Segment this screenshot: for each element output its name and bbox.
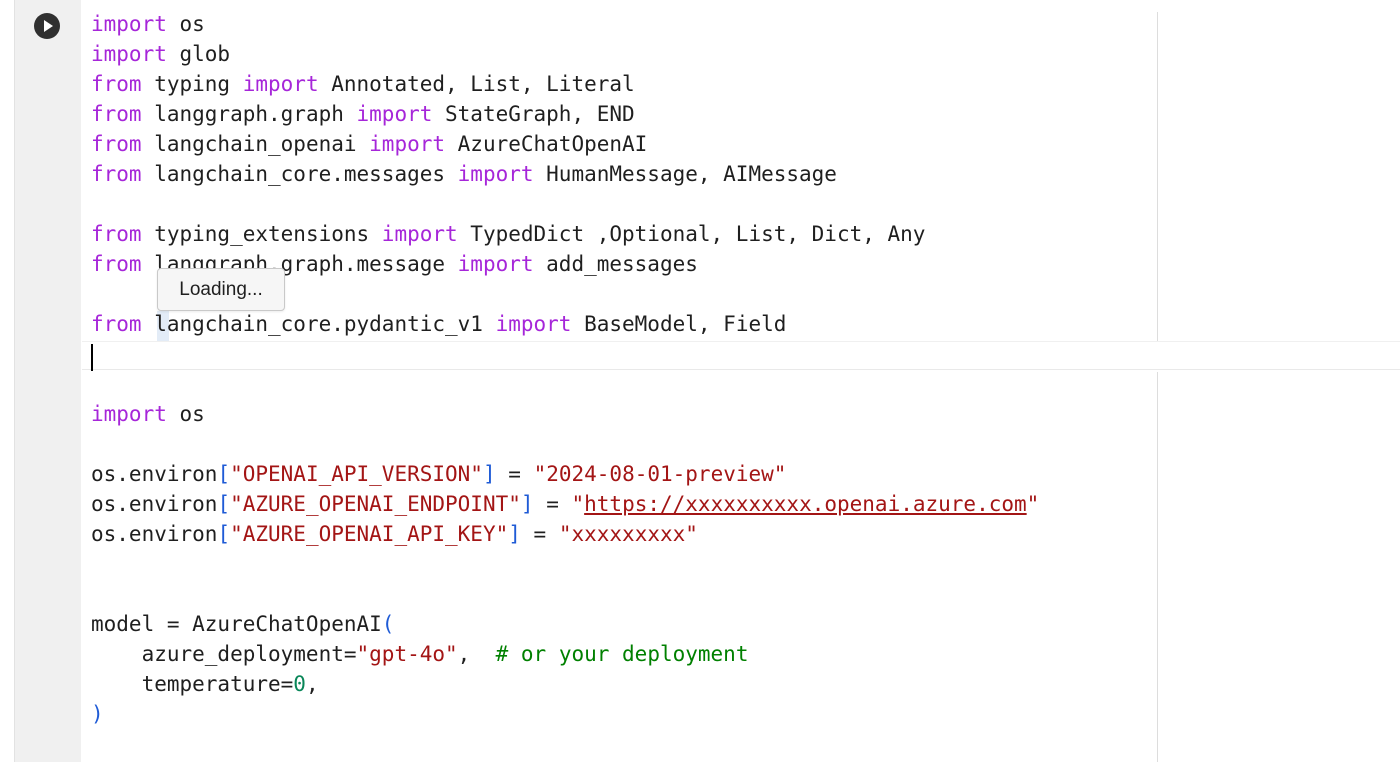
code-line[interactable]: from typing import Annotated, List, Lite… <box>91 69 635 99</box>
code-token: import <box>457 162 534 186</box>
code-token: AzureChatOpenAI <box>445 132 648 156</box>
code-token: from <box>91 252 142 276</box>
code-token: from <box>91 312 142 336</box>
code-token: from <box>91 72 142 96</box>
code-token: , <box>305 672 319 696</box>
code-token: langchain_core.messages <box>141 162 458 186</box>
code-token: " <box>571 492 585 516</box>
code-token: [ <box>217 522 231 546</box>
code-line[interactable]: azure_deployment="gpt-4o", # or your dep… <box>91 639 749 669</box>
code-token: from <box>91 222 142 246</box>
code-token: import <box>369 132 446 156</box>
code-token: # or your deployment <box>495 642 749 666</box>
code-token: "2024-08-01-preview" <box>533 462 787 486</box>
code-token: from <box>91 162 142 186</box>
line-length-ruler <box>1157 12 1158 762</box>
code-line[interactable]: ) <box>91 699 104 729</box>
code-token: os.environ <box>91 462 218 486</box>
code-token: import <box>91 42 167 66</box>
code-token: BaseModel, Field <box>571 312 787 336</box>
run-cell-button[interactable] <box>34 13 60 39</box>
code-line[interactable]: import os <box>91 9 205 39</box>
code-token: model = AzureChatOpenAI <box>91 612 382 636</box>
code-token: import <box>457 252 534 276</box>
code-token: ] <box>482 462 496 486</box>
code-token: ] <box>520 492 534 516</box>
code-token: "xxxxxxxxx" <box>558 522 698 546</box>
code-line[interactable]: os.environ["AZURE_OPENAI_API_KEY"] = "xx… <box>91 519 698 549</box>
code-token: from <box>91 132 142 156</box>
code-line[interactable]: from langchain_core.pydantic_v1 import B… <box>91 309 786 339</box>
code-line[interactable]: import glob <box>91 39 230 69</box>
code-line[interactable]: from langchain_openai import AzureChatOp… <box>91 129 647 159</box>
code-token: os <box>166 12 205 36</box>
text-cursor <box>91 344 93 371</box>
code-token: = <box>520 522 559 546</box>
code-token: import <box>91 12 167 36</box>
line-separator <box>82 369 1400 370</box>
code-token: os.environ <box>91 522 218 546</box>
code-token: "gpt-4o" <box>356 642 458 666</box>
play-icon <box>44 20 53 32</box>
code-token: "OPENAI_API_VERSION" <box>230 462 483 486</box>
code-token: [ <box>217 492 231 516</box>
code-token: , <box>457 642 496 666</box>
code-token: import <box>242 72 319 96</box>
code-token: ) <box>91 702 104 726</box>
code-token: import <box>495 312 572 336</box>
code-token: os.environ <box>91 492 218 516</box>
code-token: azure_deployment= <box>91 642 357 666</box>
code-token: temperature= <box>91 672 294 696</box>
code-token: typing_extensions <box>141 222 382 246</box>
code-token: add_messages <box>533 252 698 276</box>
code-token: langchain_openai <box>141 132 370 156</box>
code-token: ] <box>508 522 521 546</box>
code-token: "AZURE_OPENAI_API_KEY" <box>230 522 509 546</box>
notebook-page: import os import glob from typing import A… <box>0 0 1400 762</box>
code-token: " <box>1026 492 1040 516</box>
code-line[interactable]: import os <box>91 399 205 429</box>
code-token: import <box>91 402 167 426</box>
code-token: HumanMessage, AIMessage <box>533 162 837 186</box>
code-token: os <box>166 402 205 426</box>
code-line[interactable]: from typing_extensions import TypedDict … <box>91 219 925 249</box>
code-token: StateGraph, END <box>432 102 635 126</box>
code-token: TypedDict ,Optional, List, Dict, Any <box>457 222 926 246</box>
code-line[interactable]: temperature=0, <box>91 669 319 699</box>
code-token: [ <box>217 462 231 486</box>
code-token: = <box>495 462 534 486</box>
code-line[interactable]: from langchain_core.messages import Huma… <box>91 159 837 189</box>
code-line[interactable]: from langgraph.graph import StateGraph, … <box>91 99 635 129</box>
cell-gutter <box>15 0 81 762</box>
code-token: import <box>356 102 433 126</box>
code-line[interactable]: os.environ["OPENAI_API_VERSION"] = "2024… <box>91 459 786 489</box>
code-token: = <box>533 492 572 516</box>
code-token: 0 <box>293 672 306 696</box>
code-token: langchain_core.pydantic_v1 <box>141 312 496 336</box>
code-token: "AZURE_OPENAI_ENDPOINT" <box>230 492 521 516</box>
code-token: import <box>381 222 458 246</box>
loading-tooltip: Loading... <box>157 268 285 311</box>
code-token: ( <box>381 612 395 636</box>
current-line <box>82 341 1400 372</box>
code-token: Annotated, List, Literal <box>318 72 635 96</box>
code-token: https://xxxxxxxxxx.openai.azure.com <box>584 492 1027 516</box>
code-token: from <box>91 102 142 126</box>
code-token: typing <box>141 72 243 96</box>
code-token: glob <box>166 42 231 66</box>
code-line[interactable]: os.environ["AZURE_OPENAI_ENDPOINT"] = "h… <box>91 489 1039 519</box>
code-line[interactable]: model = AzureChatOpenAI( <box>91 609 394 639</box>
code-token: langgraph.graph <box>141 102 357 126</box>
